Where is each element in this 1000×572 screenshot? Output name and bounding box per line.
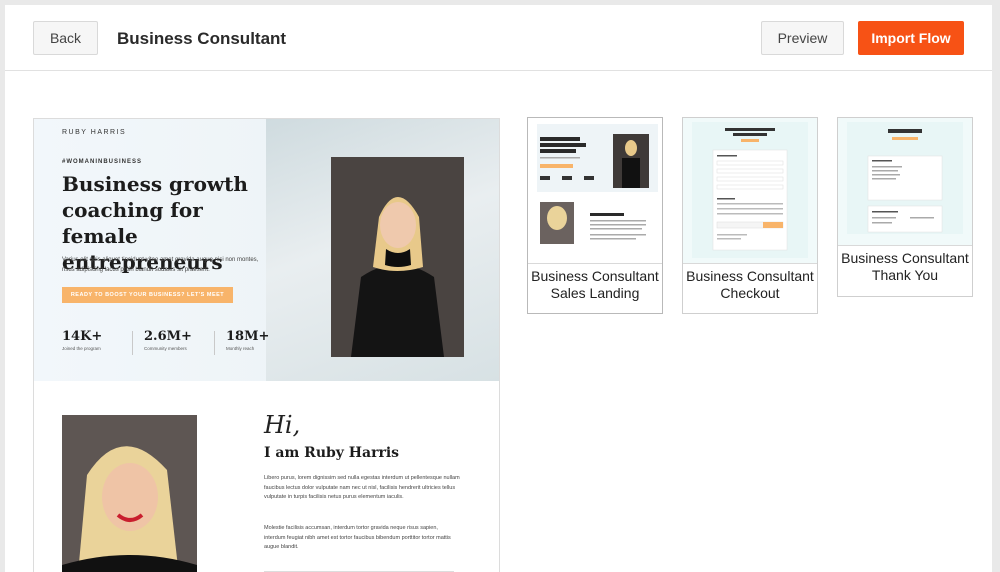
template-label: Business Consultant Sales Landing: [531, 268, 659, 301]
portrait-illustration: [62, 415, 197, 572]
landing-preview[interactable]: RUBY HARRIS #WOMANINBUSINESS Business gr…: [33, 118, 500, 572]
stat-divider: [214, 331, 215, 355]
portrait-illustration: [331, 157, 464, 357]
brand-name: RUBY HARRIS: [62, 129, 127, 136]
stat-value: 18M+: [226, 329, 270, 344]
card-divider: [838, 245, 972, 246]
hero-portrait-image: [331, 157, 464, 357]
import-flow-button[interactable]: Import Flow: [858, 21, 964, 55]
template-thumbnail: [528, 118, 662, 263]
stat-label: Joined the program: [62, 346, 101, 351]
hero-tag: #WOMANINBUSINESS: [62, 159, 143, 165]
about-portrait-image: [62, 415, 197, 572]
stat-label: Monthly reach: [226, 346, 255, 351]
stat-value: 14K+: [62, 329, 103, 344]
template-card-sales-landing[interactable]: Business Consultant Sales Landing: [527, 117, 663, 314]
template-label: Business Consultant Checkout: [686, 268, 814, 301]
stat-item: 18M+ Monthly reach: [226, 329, 269, 351]
card-divider: [683, 263, 817, 264]
card-divider: [528, 263, 662, 264]
greeting-script: Hi,: [264, 411, 301, 439]
hero-section: RUBY HARRIS #WOMANINBUSINESS Business gr…: [34, 119, 499, 381]
about-heading: I am Ruby Harris: [264, 445, 400, 461]
app-frame: Back Business Consultant Preview Import …: [5, 5, 992, 572]
back-button[interactable]: Back: [33, 21, 98, 55]
stat-value: 2.6M+: [144, 329, 192, 344]
stat-label: Community members: [144, 346, 187, 351]
template-thumbnail: [683, 118, 817, 263]
about-paragraph: Libero purus, lorem dignissim sed nulla …: [264, 475, 460, 500]
hero-body: Varius elit quis aliquet tincidunt vitae…: [62, 257, 259, 273]
stat-item: 2.6M+ Community members: [144, 329, 192, 351]
toolbar: Back Business Consultant Preview Import …: [5, 5, 992, 71]
preview-button[interactable]: Preview: [761, 21, 844, 55]
about-paragraph: Molestie facilisis accumsan, interdum to…: [264, 525, 451, 550]
stat-item: 14K+ Joined the program: [62, 329, 102, 351]
sales-landing-thumbnail: [528, 118, 662, 263]
hero-cta-button: READY TO BOOST YOUR BUSINESS? LET'S MEET: [62, 287, 233, 303]
template-card-checkout[interactable]: Business Consultant Checkout: [682, 117, 818, 314]
checkout-thumbnail: [683, 118, 817, 263]
template-label: Business Consultant Thank You: [841, 250, 969, 283]
template-thumbnail: [838, 118, 972, 245]
page-title: Business Consultant: [117, 29, 287, 48]
template-card-thank-you[interactable]: Business Consultant Thank You: [837, 117, 973, 297]
stat-divider: [132, 331, 133, 355]
thank-you-thumbnail: [838, 118, 972, 245]
